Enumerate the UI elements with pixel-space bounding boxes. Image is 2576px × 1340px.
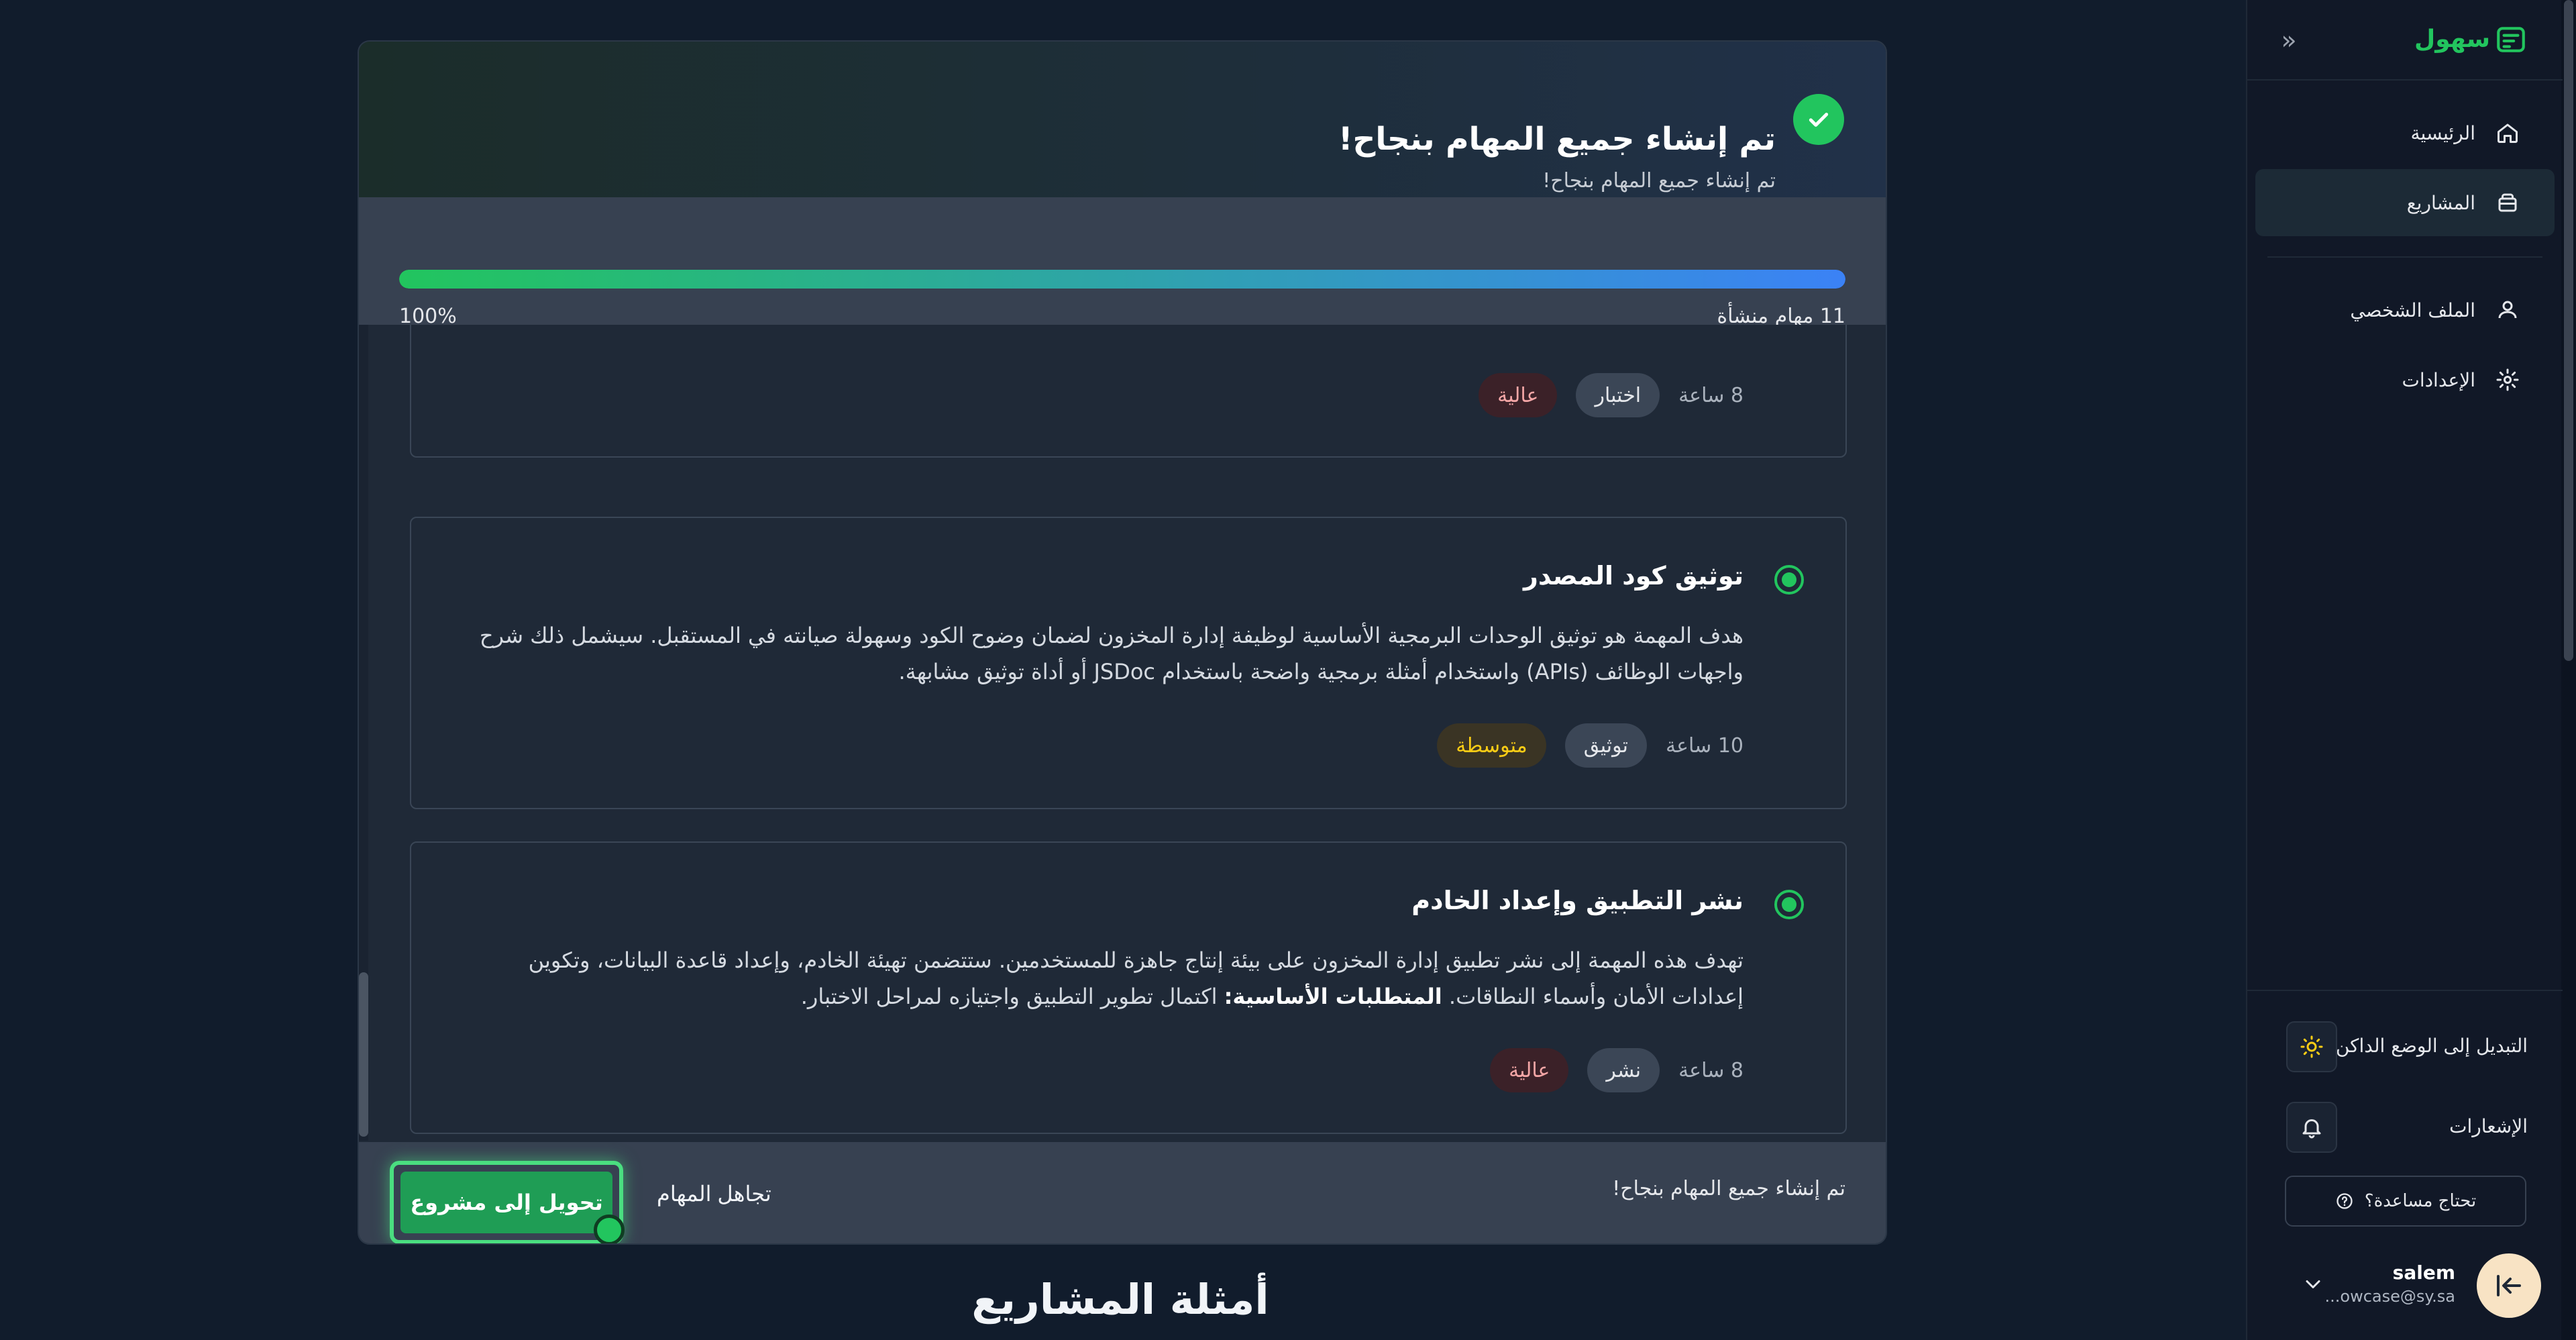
- modal-title: تم إنشاء جميع المهام بنجاح!: [1338, 121, 1776, 158]
- modal-footer: تم إنشاء جميع المهام بنجاح! تجاهل المهام…: [359, 1142, 1886, 1243]
- task-meta: عالية نشر 8 ساعة: [1490, 1048, 1743, 1092]
- success-check-icon: [1793, 94, 1844, 145]
- user-email: ...owcase@sy.sa: [2324, 1287, 2456, 1306]
- task-selected-radio[interactable]: [1774, 565, 1804, 595]
- sidebar-item-home[interactable]: الرئيسية: [2255, 99, 2555, 166]
- task-card: توثيق كود المصدر هدف المهمة هو توثيق الو…: [410, 517, 1847, 809]
- sun-icon: [2300, 1035, 2323, 1058]
- priority-badge: عالية: [1490, 1048, 1569, 1092]
- task-requirements-label: المتطلبات الأساسية:: [1224, 984, 1442, 1009]
- priority-badge: عالية: [1479, 373, 1558, 417]
- folder-icon: [2494, 189, 2521, 216]
- modal-header: تم إنشاء جميع المهام بنجاح! تم إنشاء جمي…: [359, 42, 1886, 197]
- type-badge: توثيق: [1564, 723, 1647, 768]
- convert-to-project-button[interactable]: تحويل إلى مشروع: [400, 1172, 612, 1233]
- avatar[interactable]: [2477, 1253, 2541, 1318]
- logout-icon: [2497, 1275, 2521, 1296]
- task-meta: عالية اختبار 8 ساعة: [1479, 373, 1743, 417]
- sidebar-scrollbar-thumb[interactable]: [2564, 0, 2573, 661]
- task-description: هدف المهمة هو توثيق الوحدات البرمجية الأ…: [479, 623, 1743, 684]
- estimated-hours: 8 ساعة: [1678, 383, 1743, 407]
- progress-fill: [399, 270, 1845, 289]
- sidebar: » سهول الرئيسية المشاريع الملف الشخصي ال…: [2246, 0, 2576, 1340]
- task-list-scrollbar[interactable]: [359, 325, 368, 1141]
- footer-status-text: تم إنشاء جميع المهام بنجاح!: [1612, 1177, 1845, 1200]
- sidebar-item-projects[interactable]: المشاريع: [2255, 169, 2555, 236]
- home-icon: [2494, 119, 2521, 146]
- estimated-hours: 10 ساعة: [1666, 733, 1743, 758]
- type-badge: اختبار: [1576, 373, 1660, 417]
- modal-subtitle: تم إنشاء جميع المهام بنجاح!: [1542, 169, 1776, 193]
- sidebar-header: » سهول: [2247, 0, 2563, 81]
- convert-button-focus-ring: تحويل إلى مشروع: [390, 1161, 625, 1243]
- task-title: نشر التطبيق وإعداد الخادم: [1411, 886, 1743, 915]
- sidebar-item-profile[interactable]: الملف الشخصي: [2255, 276, 2555, 344]
- notifications-button[interactable]: [2286, 1102, 2337, 1153]
- chevron-down-icon[interactable]: [2301, 1272, 2325, 1296]
- task-requirements: اكتمال تطوير التطبيق واجتيازه لمراحل الا…: [800, 984, 1218, 1009]
- task-selected-radio[interactable]: [1774, 890, 1804, 919]
- dark-mode-toggle[interactable]: [2286, 1021, 2337, 1072]
- priority-badge: متوسطة: [1437, 723, 1546, 768]
- user-icon: [2494, 297, 2521, 323]
- sidebar-item-label: المشاريع: [2406, 191, 2475, 214]
- sidebar-item-label: الإعدادات: [2402, 368, 2475, 391]
- section-title: أمثلة المشاريع: [971, 1275, 1269, 1324]
- cursor-indicator-icon: [594, 1215, 625, 1243]
- sidebar-item-label: الرئيسية: [2410, 121, 2475, 144]
- ignore-tasks-button[interactable]: تجاهل المهام: [641, 1169, 788, 1219]
- sidebar-item-label: الملف الشخصي: [2350, 299, 2475, 321]
- notifications-label: الإشعارات: [2449, 1115, 2528, 1137]
- type-badge: نشر: [1587, 1048, 1660, 1092]
- help-button[interactable]: تحتاج مساعدة؟: [2285, 1176, 2526, 1227]
- gear-icon: [2494, 366, 2521, 393]
- task-description: تهدف هذه المهمة إلى نشر تطبيق إدارة المخ…: [469, 942, 1743, 1015]
- sidebar-divider: [2267, 256, 2542, 258]
- estimated-hours: 8 ساعة: [1678, 1058, 1743, 1082]
- dark-mode-label: التبديل إلى الوضع الداكن: [2335, 1035, 2528, 1057]
- collapse-sidebar-icon[interactable]: »: [2274, 25, 2304, 55]
- task-title: توثيق كود المصدر: [1523, 561, 1743, 590]
- sidebar-scrollbar[interactable]: [2561, 0, 2576, 1340]
- help-label: تحتاج مساعدة؟: [2364, 1191, 2477, 1211]
- question-icon: [2337, 1193, 2353, 1209]
- bell-icon: [2302, 1119, 2321, 1139]
- progress-section: 11 مهام منشأة 100%: [359, 197, 1886, 328]
- task-card: عالية اختبار 8 ساعة: [410, 325, 1847, 458]
- task-generation-modal: تم إنشاء جميع المهام بنجاح! تم إنشاء جمي…: [358, 40, 1887, 1245]
- user-name: salem: [2392, 1261, 2455, 1284]
- sidebar-item-settings[interactable]: الإعدادات: [2255, 346, 2555, 413]
- sidebar-bottom-divider: [2247, 990, 2563, 991]
- task-list[interactable]: عالية اختبار 8 ساعة توثيق كود المصدر هدف…: [359, 325, 1886, 1141]
- task-card: نشر التطبيق وإعداد الخادم تهدف هذه المهم…: [410, 841, 1847, 1134]
- task-meta: متوسطة توثيق 10 ساعة: [1437, 723, 1743, 768]
- app-logo-text[interactable]: سهول: [2414, 25, 2490, 53]
- app-logo-icon[interactable]: [2494, 23, 2528, 56]
- scrollbar-thumb[interactable]: [359, 972, 368, 1137]
- progress-bar: [399, 270, 1845, 289]
- main-area: تم إنشاء جميع المهام بنجاح! تم إنشاء جمي…: [0, 0, 2246, 1340]
